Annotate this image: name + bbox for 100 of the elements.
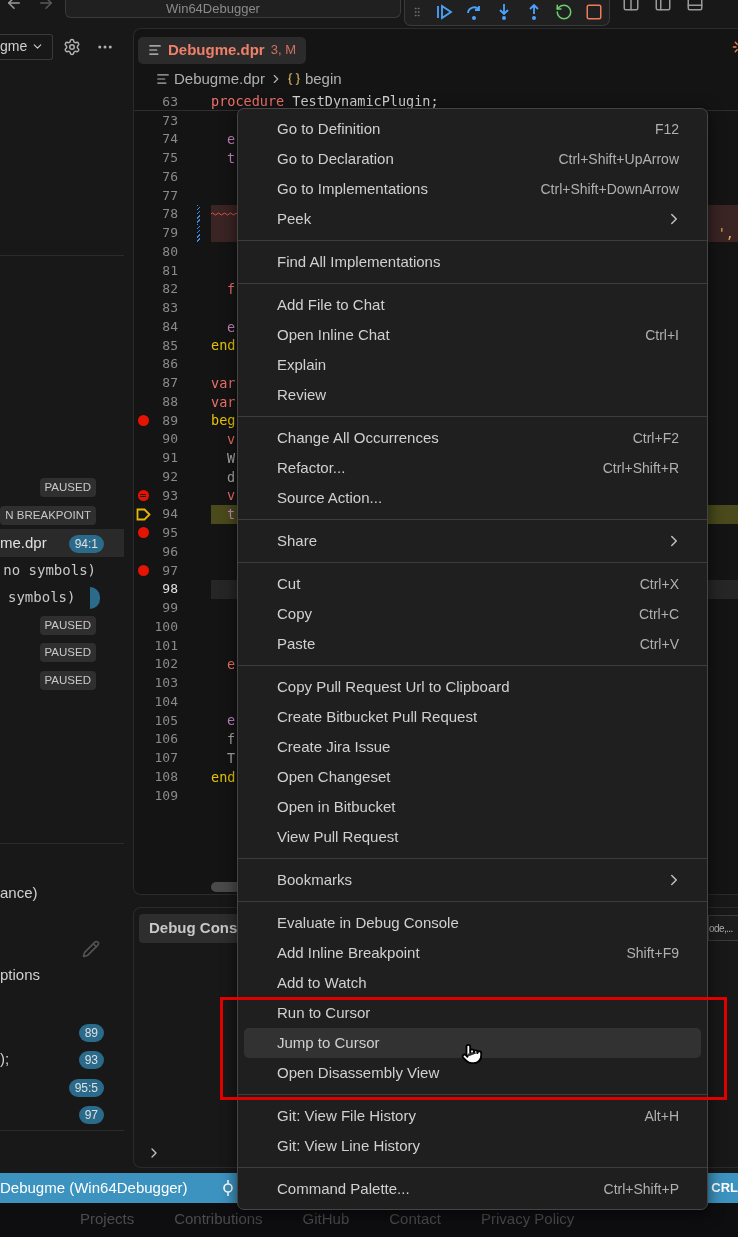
code-text: t: [227, 505, 236, 524]
error-squiggle: [211, 212, 237, 217]
menu-item[interactable]: Find All Implementations: [244, 247, 701, 277]
editor-tab[interactable]: Debugme.dpr 3, M: [138, 36, 306, 64]
line-number: 102: [153, 655, 178, 674]
edit-icon[interactable]: [82, 939, 100, 958]
line-number: 104: [153, 692, 178, 711]
module-label: symbols): [8, 588, 76, 608]
line-number: 94: [161, 505, 178, 524]
menu-item[interactable]: Go to Implementations Ctrl+Shift+DownArrow: [244, 174, 701, 204]
breadcrumb-symbol[interactable]: begin: [304, 67, 342, 91]
code-text: W: [227, 448, 236, 468]
code-text: f: [227, 730, 236, 749]
settings-icon[interactable]: [63, 37, 81, 56]
count-badge: 93: [78, 1051, 104, 1070]
shortcut-label: Ctrl+Shift+DownArrow: [540, 179, 679, 199]
breakpoint-icon[interactable]: [137, 414, 149, 426]
line-number: 109: [153, 786, 178, 805]
breakpoint-label: );: [0, 1049, 10, 1069]
menu-item[interactable]: Source Action...: [244, 483, 701, 513]
menu-item[interactable]: Change All Occurrences Ctrl+F2: [244, 423, 701, 453]
menu-item[interactable]: Peek: [244, 204, 701, 234]
call-stack-row[interactable]: PAUSED: [0, 639, 124, 667]
menu-item[interactable]: Paste Ctrl+V: [244, 629, 701, 659]
conditional-breakpoint-icon[interactable]: [137, 489, 149, 501]
file-icon: [148, 43, 162, 57]
line-number: 103: [153, 674, 178, 693]
code-text: T: [227, 748, 236, 768]
menu-item[interactable]: Jump to Cursor: [244, 1028, 701, 1058]
shortcut-label: Ctrl+V: [639, 634, 679, 654]
line-number: 99: [161, 599, 178, 618]
line-number: 73: [161, 111, 178, 130]
line-number: 75: [161, 149, 178, 168]
code-text: e: [227, 317, 236, 337]
breadcrumb-file[interactable]: Debugme.dpr: [174, 67, 265, 91]
line-number: 108: [153, 767, 178, 786]
line-number: 90: [161, 430, 178, 449]
call-stack-row[interactable]: N BREAKPOINT: [0, 501, 124, 529]
configuration-dropdown[interactable]: gme: [0, 33, 53, 60]
menu-item[interactable]: Add File to Chat: [244, 290, 701, 320]
continue-icon[interactable]: [435, 2, 453, 21]
line-number: 105: [153, 711, 178, 730]
menu-item[interactable]: Go to Declaration Ctrl+Shift+UpArrow: [244, 144, 701, 174]
menu-item[interactable]: Bookmarks: [244, 865, 701, 895]
line-number: 80: [161, 242, 178, 261]
stack-frame-label: me.dpr: [0, 532, 47, 553]
stop-icon[interactable]: [585, 2, 603, 21]
call-stack-row[interactable]: PAUSED: [0, 611, 124, 639]
menu-item[interactable]: Open Disassembly View: [244, 1058, 701, 1088]
call-stack-row[interactable]: me.dpr 94:1: [0, 529, 124, 557]
menu-item[interactable]: View Pull Request: [244, 822, 701, 852]
menu-item[interactable]: Create Bitbucket Pull Request: [244, 702, 701, 732]
count-badge: PAUSED: [39, 478, 96, 498]
menu-item[interactable]: Open in Bitbucket: [244, 792, 701, 822]
code-text: beg: [211, 411, 236, 431]
shortcut-label: Ctrl+Shift+UpArrow: [558, 149, 679, 169]
shortcut-label: Ctrl+F2: [632, 428, 679, 448]
line-number: 93: [161, 486, 178, 505]
menu-item[interactable]: Run to Cursor: [244, 998, 701, 1028]
count-badge: N BREAKPOINT: [0, 505, 96, 525]
restart-icon[interactable]: [555, 2, 573, 21]
menu-item[interactable]: Refactor... Ctrl+Shift+R: [244, 453, 701, 483]
count-badge: PAUSED: [39, 643, 96, 663]
line-number: 106: [153, 730, 178, 749]
file-icon: [156, 72, 170, 86]
line-number: 82: [161, 280, 178, 299]
code-text: end: [211, 767, 236, 787]
call-stack-row[interactable]: no symbols): [0, 556, 124, 584]
menu-item[interactable]: Add to Watch: [244, 968, 701, 998]
menu-item[interactable]: Open Changeset: [244, 762, 701, 792]
menu-item[interactable]: Command Palette... Ctrl+Shift+P: [244, 1174, 701, 1204]
menu-item[interactable]: Git: View File History Alt+H: [244, 1101, 701, 1131]
filter-field[interactable]: ode,...: [708, 915, 738, 941]
breakpoint-icon[interactable]: [137, 564, 149, 576]
breakpoint-icon[interactable]: [137, 527, 149, 539]
call-stack-row[interactable]: PAUSED: [0, 666, 124, 694]
menu-item[interactable]: Share: [244, 526, 701, 556]
search-field[interactable]: Win64Debugger: [65, 0, 401, 18]
call-stack-row[interactable]: PAUSED: [0, 474, 124, 502]
code-text: e: [227, 655, 236, 674]
line-number: 77: [161, 186, 178, 205]
menu-item[interactable]: Cut Ctrl+X: [244, 569, 701, 599]
line-number: 86: [161, 355, 178, 374]
shortcut-label: Ctrl+I: [645, 325, 679, 345]
shortcut-label: Shift+F9: [626, 943, 679, 963]
shortcut-label: Ctrl+X: [639, 574, 679, 594]
line-number: 63: [161, 92, 178, 111]
menu-item[interactable]: Explain: [244, 350, 701, 380]
line-number: 95: [161, 524, 178, 543]
menu-item[interactable]: Create Jira Issue: [244, 732, 701, 762]
braces-icon: [286, 72, 301, 86]
menu-item[interactable]: Go to Definition F12: [244, 114, 701, 144]
menu-item[interactable]: Review: [244, 380, 701, 410]
menu-item[interactable]: Copy Pull Request Url to Clipboard: [244, 672, 701, 702]
call-stack-row[interactable]: symbols): [0, 584, 124, 612]
menu-item[interactable]: Copy Ctrl+C: [244, 599, 701, 629]
menu-item[interactable]: Git: View Line History: [244, 1131, 701, 1161]
module-label: no symbols): [3, 560, 96, 580]
menu-item[interactable]: Open Inline Chat Ctrl+I: [244, 320, 701, 350]
shortcut-label: Ctrl+Shift+R: [602, 458, 679, 478]
